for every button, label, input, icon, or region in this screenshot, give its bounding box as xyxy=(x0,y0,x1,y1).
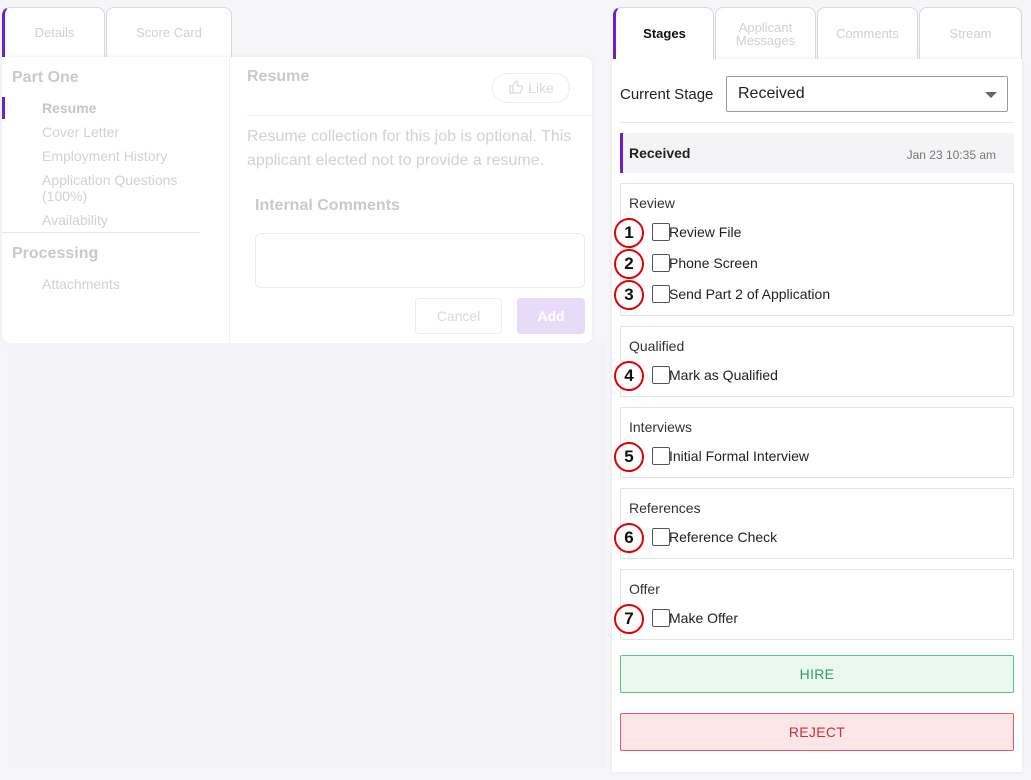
task-label: Phone Screen xyxy=(669,255,758,271)
nav-section-part-one: Part One xyxy=(12,69,79,86)
task-checkbox[interactable] xyxy=(652,528,670,546)
add-comment-button[interactable]: Add xyxy=(517,298,585,334)
group-title: References xyxy=(629,500,701,516)
nav-item-resume[interactable]: Resume xyxy=(42,100,96,116)
tab-details-label: Details xyxy=(20,19,89,46)
stage-header: Received Jan 23 10:35 am xyxy=(620,133,1014,173)
tab-applicant-messages-label: Applicant Messages xyxy=(729,16,802,51)
task-label: Mark as Qualified xyxy=(669,367,778,383)
details-nav: Part One Resume Cover Letter Employment … xyxy=(2,57,230,343)
task-checkbox[interactable] xyxy=(652,447,670,465)
like-label: Like xyxy=(528,80,554,96)
stage-group-offer: Offer 7 Make Offer xyxy=(614,569,1014,640)
tab-score-card[interactable]: Score Card xyxy=(106,7,232,57)
thumbs-up-icon xyxy=(508,79,524,98)
task-review-file[interactable]: 1 Review File xyxy=(614,218,1001,248)
task-reference-check[interactable]: 6 Reference Check xyxy=(614,523,1001,553)
stages-divider xyxy=(620,122,1014,123)
current-stage-value: Received xyxy=(738,85,805,102)
nav-item-employment-history[interactable]: Employment History xyxy=(42,148,167,164)
group-title: Review xyxy=(629,195,675,211)
content-divider xyxy=(247,115,592,116)
tab-applicant-messages[interactable]: Applicant Messages xyxy=(715,7,816,59)
task-initial-interview[interactable]: 5 Initial Formal Interview xyxy=(614,442,1001,472)
internal-comments-input[interactable] xyxy=(255,233,585,288)
task-checkbox[interactable] xyxy=(652,223,670,241)
reject-button[interactable]: REJECT xyxy=(620,713,1014,751)
nav-item-attachments[interactable]: Attachments xyxy=(42,276,120,292)
step-number-badge: 5 xyxy=(614,442,644,472)
task-checkbox[interactable] xyxy=(652,609,670,627)
task-checkbox[interactable] xyxy=(652,285,670,303)
tab-stream[interactable]: Stream xyxy=(919,7,1022,59)
task-mark-qualified[interactable]: 4 Mark as Qualified xyxy=(614,361,1001,391)
stage-group-qualified: Qualified 4 Mark as Qualified xyxy=(614,326,1014,397)
step-number-badge: 4 xyxy=(614,361,644,391)
task-label: Make Offer xyxy=(669,610,738,626)
tab-stages-label: Stages xyxy=(643,26,686,41)
task-checkbox[interactable] xyxy=(652,254,670,272)
task-checkbox[interactable] xyxy=(652,366,670,384)
tab-score-card-label: Score Card xyxy=(122,19,216,46)
task-label: Send Part 2 of Application xyxy=(669,286,831,302)
step-number-badge: 6 xyxy=(614,523,644,553)
nav-divider xyxy=(2,232,200,233)
stage-timestamp: Jan 23 10:35 am xyxy=(906,148,996,162)
resume-note: Resume collection for this job is option… xyxy=(247,128,572,169)
step-number-badge: 1 xyxy=(614,218,644,248)
step-number-badge: 2 xyxy=(614,249,644,279)
hire-button[interactable]: HIRE xyxy=(620,655,1014,693)
nav-item-application-questions-progress: (100%) xyxy=(42,188,88,204)
tab-stream-label: Stream xyxy=(943,23,998,44)
group-title: Interviews xyxy=(629,419,693,435)
step-number-badge: 3 xyxy=(614,280,644,310)
left-empty-area xyxy=(8,343,605,768)
tab-applicant-messages-line2: Messages xyxy=(735,32,796,48)
nav-section-processing: Processing xyxy=(12,245,99,262)
chevron-down-icon xyxy=(985,92,997,98)
stage-group-review: Review 1 Review File 2 Phone Screen 3 Se… xyxy=(614,183,1014,316)
task-label: Review File xyxy=(669,224,742,240)
nav-item-cover-letter[interactable]: Cover Letter xyxy=(42,124,119,140)
details-panel: Part One Resume Cover Letter Employment … xyxy=(2,57,592,343)
tab-comments-label: Comments xyxy=(830,23,905,44)
group-title: Qualified xyxy=(629,338,685,354)
task-send-part-2[interactable]: 3 Send Part 2 of Application xyxy=(614,280,1001,310)
tab-stages[interactable]: Stages xyxy=(613,7,714,59)
tab-details[interactable]: Details xyxy=(2,7,105,57)
nav-active-indicator xyxy=(2,97,5,119)
nav-item-availability[interactable]: Availability xyxy=(42,212,108,228)
stage-group-interviews: Interviews 5 Initial Formal Interview xyxy=(614,407,1014,478)
step-number-badge: 7 xyxy=(614,604,644,634)
content-title: Resume xyxy=(247,68,310,85)
stage-group-references: References 6 Reference Check xyxy=(614,488,1014,559)
stages-panel: Current Stage Received Received Jan 23 1… xyxy=(612,59,1022,772)
group-title: Offer xyxy=(629,581,660,597)
like-button[interactable]: Like xyxy=(492,73,570,103)
current-stage-label: Current Stage xyxy=(620,86,714,103)
task-label: Reference Check xyxy=(669,529,778,545)
tab-comments[interactable]: Comments xyxy=(817,7,918,59)
nav-item-application-questions[interactable]: Application Questions xyxy=(42,172,177,188)
current-stage-select[interactable]: Received xyxy=(726,76,1008,112)
task-make-offer[interactable]: 7 Make Offer xyxy=(614,604,1001,634)
cancel-button[interactable]: Cancel xyxy=(415,298,502,334)
task-phone-screen[interactable]: 2 Phone Screen xyxy=(614,249,1001,279)
task-label: Initial Formal Interview xyxy=(669,448,810,464)
stage-name: Received xyxy=(629,145,691,161)
internal-comments-title: Internal Comments xyxy=(255,197,400,214)
